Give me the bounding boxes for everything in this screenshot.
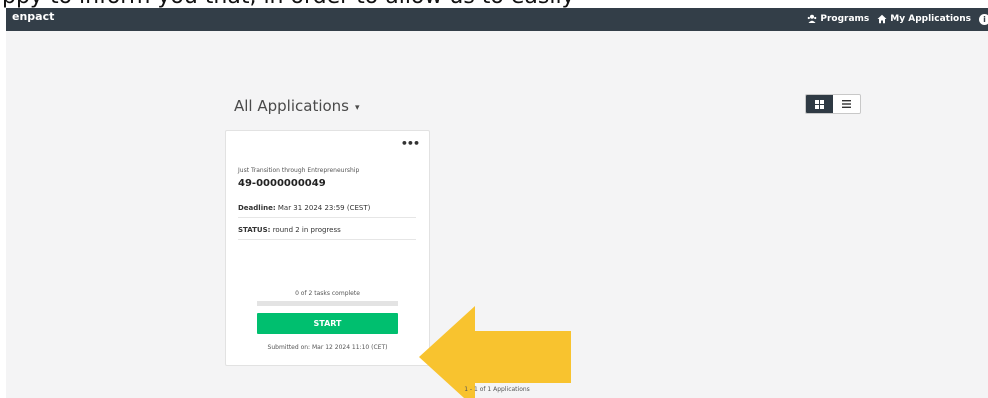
list-icon	[842, 100, 851, 108]
info-icon[interactable]: i	[979, 13, 988, 25]
tasks-progress-bar	[257, 301, 398, 306]
nav-my-applications-link[interactable]: My Applications	[877, 14, 971, 24]
home-icon	[877, 14, 887, 24]
brand-logo[interactable]: enpact	[12, 10, 54, 23]
grid-view-button[interactable]	[806, 95, 833, 113]
list-view-button[interactable]	[833, 95, 860, 113]
nav-my-applications-label: My Applications	[890, 14, 971, 24]
status-row: STATUS: round 2 in progress	[238, 226, 416, 240]
program-name: Just Transition through Entrepreneurship	[238, 167, 360, 174]
deadline-label: Deadline:	[238, 204, 276, 212]
users-icon	[808, 14, 817, 23]
application-card: ••• Just Transition through Entrepreneur…	[225, 130, 430, 366]
start-button[interactable]: START	[257, 313, 398, 334]
status-label: STATUS:	[238, 226, 271, 234]
screenshot-caption-text: ppy to inform you that, in order to allo…	[0, 0, 988, 8]
top-navbar: enpact Programs My Applications i	[6, 8, 988, 31]
nav-programs-label: Programs	[820, 14, 870, 24]
tasks-progress-text: 0 of 2 tasks complete	[295, 290, 360, 297]
card-more-options-icon[interactable]: •••	[401, 137, 420, 150]
view-toggle	[805, 94, 861, 114]
chevron-down-icon: ▾	[355, 102, 360, 113]
deadline-value: Mar 31 2024 23:59 (CEST)	[277, 204, 371, 212]
status-value: round 2 in progress	[272, 226, 341, 234]
annotation-arrow-icon	[419, 306, 571, 398]
deadline-row: Deadline: Mar 31 2024 23:59 (CEST)	[238, 204, 416, 218]
application-id[interactable]: 49-0000000049	[238, 178, 326, 189]
pagination-summary: 1 - 1 of 1 Applications	[464, 386, 530, 393]
main-content: All Applications ▾ ••• Just Transition t…	[6, 31, 988, 398]
grid-icon	[815, 99, 824, 109]
top-nav: Programs My Applications i	[807, 9, 988, 29]
submitted-date: Submitted on: Mar 12 2024 11:10 (CET)	[267, 344, 388, 351]
page-title: All Applications	[234, 97, 349, 115]
applications-filter-dropdown[interactable]: All Applications ▾	[234, 97, 360, 115]
nav-programs-link[interactable]: Programs	[807, 14, 869, 24]
